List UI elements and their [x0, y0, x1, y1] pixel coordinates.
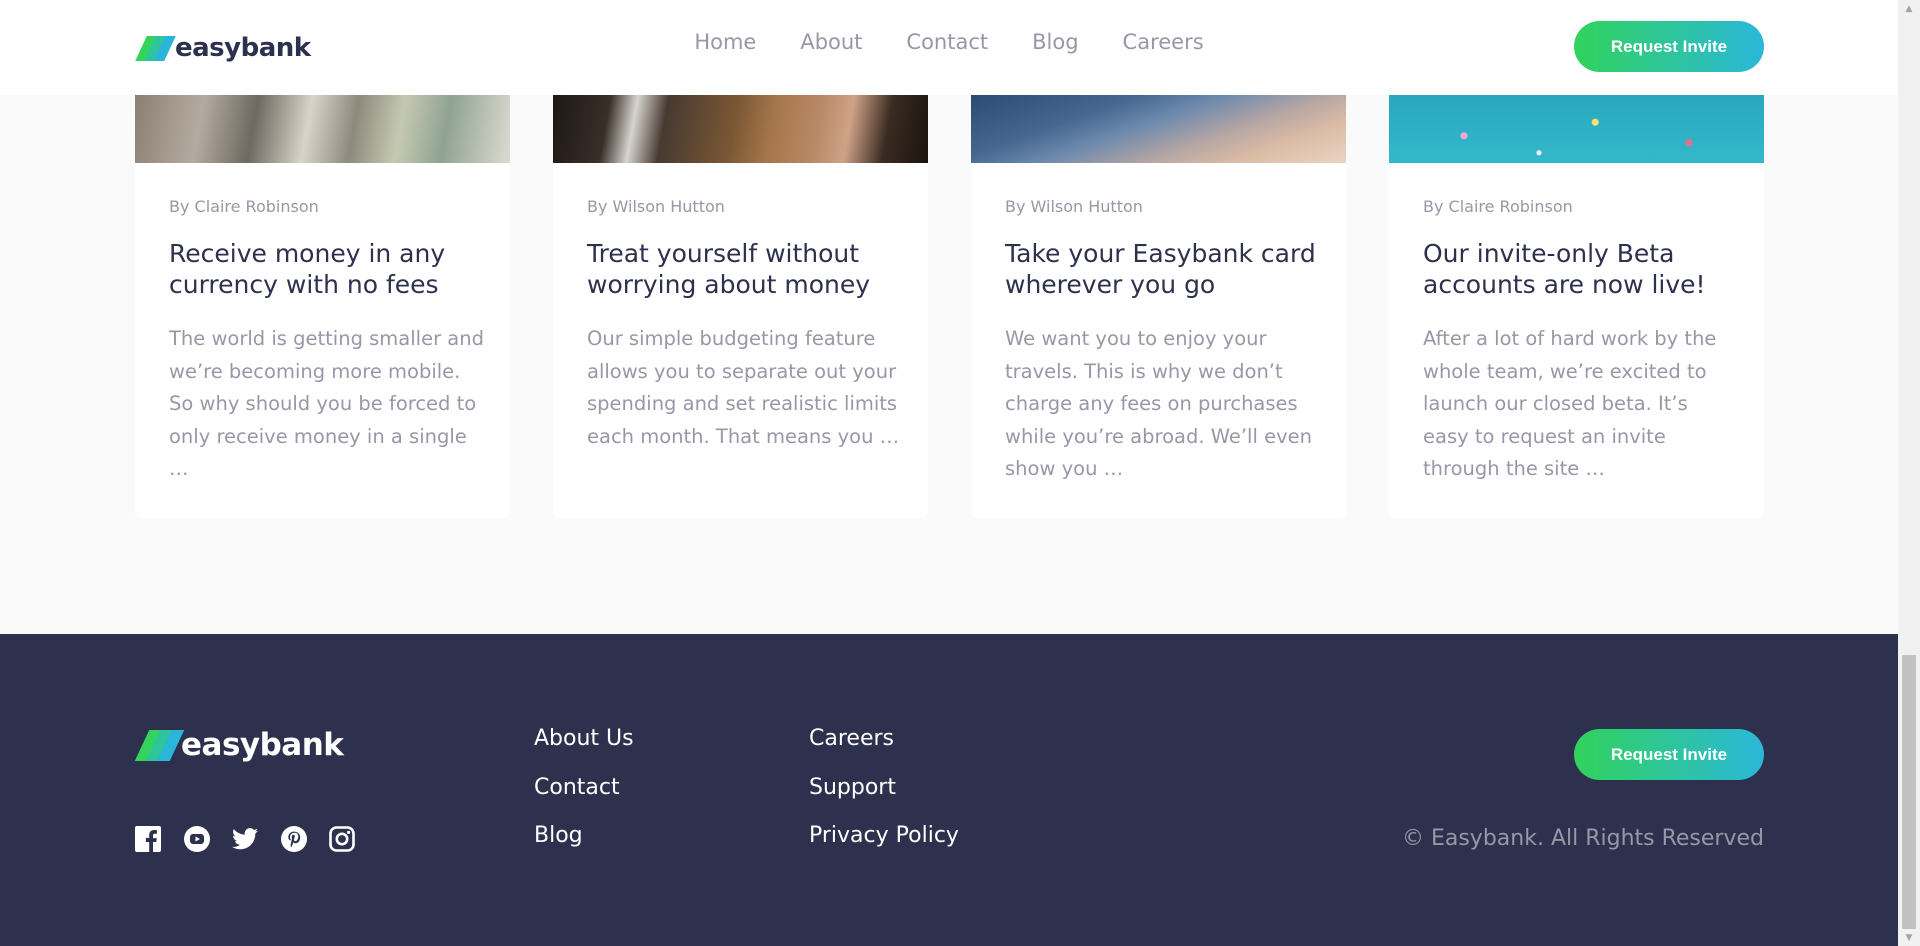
footer-brand-name: easybank [181, 727, 344, 763]
article-card[interactable]: By Claire Robinson Our invite-only Beta … [1389, 95, 1764, 518]
nav-careers[interactable]: Careers [1123, 30, 1204, 54]
footer-logo[interactable]: easybank [134, 727, 344, 763]
article-excerpt: Our simple budgeting feature allows you … [587, 327, 900, 448]
footer-link-about-us[interactable]: About Us [534, 726, 634, 775]
youtube-icon[interactable] [183, 826, 210, 852]
facebook-icon[interactable] [135, 826, 161, 852]
scroll-up-arrow-icon[interactable]: ▲ [1898, 0, 1920, 17]
article-title[interactable]: Our invite-only Beta accounts are now li… [1423, 238, 1743, 300]
plane-photo-icon [971, 95, 1346, 163]
twitter-icon[interactable] [232, 826, 258, 852]
confetti-photo-icon [1389, 95, 1764, 163]
footer-request-invite-button[interactable]: Request Invite [1574, 729, 1764, 780]
footer-links-col-2: Careers Support Privacy Policy [809, 726, 959, 872]
footer-links-col-1: About Us Contact Blog [534, 726, 634, 872]
logo-mark-icon [134, 729, 185, 761]
social-links [135, 826, 378, 852]
instagram-icon[interactable] [329, 826, 355, 852]
pinterest-icon[interactable] [280, 826, 307, 852]
article-title[interactable]: Treat yourself without worrying about mo… [587, 238, 907, 300]
article-excerpt: We want you to enjoy your travels. This … [1005, 327, 1312, 480]
article-author: By Claire Robinson [1423, 197, 1573, 216]
site-footer: easybank About Us Contact Blog Careers S… [0, 634, 1898, 946]
footer-link-contact[interactable]: Contact [534, 775, 634, 824]
request-invite-button[interactable]: Request Invite [1574, 21, 1764, 72]
article-excerpt: The world is getting smaller and we’re b… [169, 327, 484, 480]
copyright-text: © Easybank. All Rights Reserved [1401, 826, 1764, 851]
article-card[interactable]: By Claire Robinson Receive money in any … [135, 95, 510, 518]
nav-blog[interactable]: Blog [1032, 30, 1078, 54]
footer-link-privacy-policy[interactable]: Privacy Policy [809, 823, 959, 872]
article-author: By Wilson Hutton [587, 197, 725, 216]
currency-photo-icon [135, 95, 510, 163]
site-header: easybank Home About Contact Blog Careers… [0, 0, 1898, 95]
page-scrollbar[interactable]: ▲ ▼ [1898, 0, 1920, 946]
footer-link-careers[interactable]: Careers [809, 726, 959, 775]
article-author: By Wilson Hutton [1005, 197, 1143, 216]
article-card[interactable]: By Wilson Hutton Take your Easybank card… [971, 95, 1346, 518]
scroll-down-arrow-icon[interactable]: ▼ [1898, 929, 1920, 946]
nav-about[interactable]: About [800, 30, 862, 54]
article-excerpt: After a lot of hard work by the whole te… [1423, 327, 1717, 480]
scrollbar-thumb[interactable] [1902, 655, 1916, 929]
restaurant-photo-icon [553, 95, 928, 163]
nav-home[interactable]: Home [694, 30, 756, 54]
article-card[interactable]: By Wilson Hutton Treat yourself without … [553, 95, 928, 518]
article-title[interactable]: Take your Easybank card wherever you go [1005, 238, 1325, 300]
article-author: By Claire Robinson [169, 197, 319, 216]
footer-link-support[interactable]: Support [809, 775, 959, 824]
nav-contact[interactable]: Contact [906, 30, 988, 54]
footer-link-blog[interactable]: Blog [534, 823, 634, 872]
article-title[interactable]: Receive money in any currency with no fe… [169, 238, 489, 300]
